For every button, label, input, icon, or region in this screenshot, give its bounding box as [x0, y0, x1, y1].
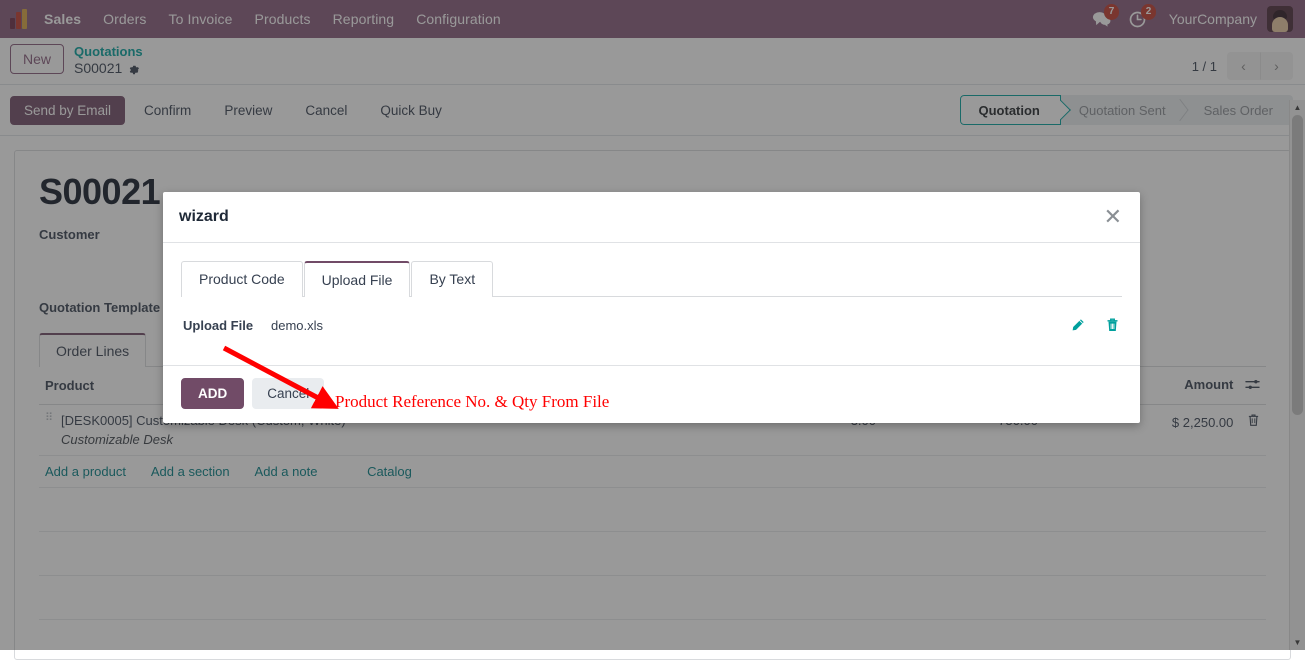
upload-file-field-row: Upload File demo.xls: [181, 297, 1122, 333]
dialog-body: Product Code Upload File By Text Upload …: [163, 243, 1140, 335]
trash-icon[interactable]: [1105, 317, 1120, 333]
dialog-footer: ADD Cancel: [163, 365, 1140, 423]
wizard-dialog: wizard ✕ Product Code Upload File By Tex…: [163, 192, 1140, 423]
upload-file-label: Upload File: [183, 317, 254, 333]
tab-product-code[interactable]: Product Code: [181, 261, 303, 297]
close-icon[interactable]: ✕: [1104, 206, 1122, 228]
add-button[interactable]: ADD: [181, 378, 245, 409]
dialog-title: wizard: [179, 208, 229, 225]
file-actions: [1070, 317, 1120, 333]
tab-upload-file[interactable]: Upload File: [303, 261, 411, 297]
tab-by-text[interactable]: By Text: [411, 261, 494, 297]
wizard-tabs: Product Code Upload File By Text: [181, 261, 1122, 297]
upload-file-value[interactable]: demo.xls: [271, 318, 323, 333]
pencil-icon[interactable]: [1070, 318, 1085, 333]
dialog-cancel-button[interactable]: Cancel: [252, 378, 325, 409]
dialog-header: wizard ✕: [163, 192, 1140, 243]
